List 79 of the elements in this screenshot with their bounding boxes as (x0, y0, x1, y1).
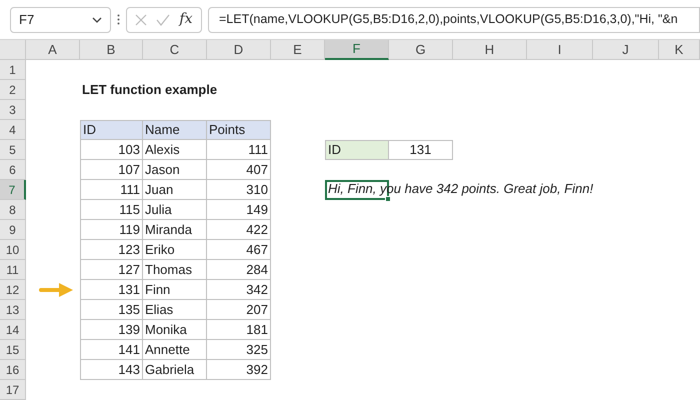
row-header[interactable]: 13 (0, 300, 26, 320)
table-cell: 115 (80, 200, 143, 220)
table-cell: 107 (80, 160, 143, 180)
column-header[interactable]: I (527, 40, 593, 60)
table-cell: 467 (207, 240, 271, 260)
name-box[interactable]: F7 (10, 6, 111, 32)
caret-icon[interactable] (92, 16, 102, 22)
table-cell: 181 (207, 320, 271, 340)
row-header[interactable]: 4 (0, 120, 26, 140)
row-header[interactable]: 8 (0, 200, 26, 220)
row-header[interactable]: 2 (0, 80, 26, 100)
column-header[interactable]: H (453, 40, 527, 60)
table-cell: 141 (80, 340, 143, 360)
row-header[interactable]: 16 (0, 360, 26, 380)
table-cell: Gabriela (143, 360, 207, 380)
formula-bar[interactable]: =LET(name,VLOOKUP(G5,B5:D16,2,0),points,VLOOKUP(G5,B5:D16,3,0),"Hi, "&n (208, 6, 700, 32)
header-cell: Name (143, 120, 207, 140)
row-header[interactable]: 7 (0, 180, 26, 200)
column-header[interactable]: G (389, 40, 453, 60)
column-header[interactable]: K (659, 40, 700, 60)
cancel-icon[interactable] (135, 14, 148, 26)
table-cell: 123 (80, 240, 143, 260)
more-options-icon[interactable] (117, 14, 120, 25)
row-header[interactable]: 1 (0, 60, 26, 80)
column-header[interactable]: A (26, 40, 80, 60)
label-cell: ID (325, 140, 389, 160)
input-cell[interactable]: 131 (389, 140, 453, 160)
insert-function-button[interactable]: fx (179, 9, 192, 30)
header-cell: ID (80, 120, 143, 140)
column-header[interactable]: E (271, 40, 325, 60)
row-header[interactable]: 12 (0, 280, 26, 300)
column-header[interactable]: D (207, 40, 271, 60)
table-cell: 143 (80, 360, 143, 380)
table-cell: 131 (80, 280, 143, 300)
table-cell: 342 (207, 280, 271, 300)
table-cell: 422 (207, 220, 271, 240)
row-header[interactable]: 6 (0, 160, 26, 180)
row-header[interactable]: 11 (0, 260, 26, 280)
table-cell: 207 (207, 300, 271, 320)
row-header[interactable]: 10 (0, 240, 26, 260)
row-header[interactable]: 9 (0, 220, 26, 240)
sheet-title: LET function example (81, 81, 218, 100)
table-cell: Annette (143, 340, 207, 360)
table-cell: Julia (143, 200, 207, 220)
table-cell: 119 (80, 220, 143, 240)
table-cell: Finn (143, 280, 207, 300)
table-cell: Juan (143, 180, 207, 200)
table-cell: 111 (207, 140, 271, 160)
row-header[interactable]: 15 (0, 340, 26, 360)
table-cell: 103 (80, 140, 143, 160)
column-header[interactable]: F (325, 40, 389, 60)
select-all-corner[interactable] (0, 40, 26, 60)
table-cell: 149 (207, 200, 271, 220)
table-cell: Elias (143, 300, 207, 320)
table-cell: 392 (207, 360, 271, 380)
row-header[interactable]: 17 (0, 380, 26, 400)
column-header[interactable]: C (143, 40, 207, 60)
row-header[interactable]: 5 (0, 140, 26, 160)
check-icon[interactable] (156, 14, 170, 26)
table-cell: 407 (207, 160, 271, 180)
table-cell: 310 (207, 180, 271, 200)
table-cell: Monika (143, 320, 207, 340)
table-cell: Miranda (143, 220, 207, 240)
table-cell: 325 (207, 340, 271, 360)
table-cell: 139 (80, 320, 143, 340)
header-cell: Points (207, 120, 271, 140)
table-cell: 127 (80, 260, 143, 280)
cell-reference: F7 (19, 10, 34, 29)
table-cell: 111 (80, 180, 143, 200)
table-cell: Thomas (143, 260, 207, 280)
table-cell: 284 (207, 260, 271, 280)
column-header[interactable]: J (593, 40, 659, 60)
row-header[interactable]: 3 (0, 100, 26, 120)
table-cell: 135 (80, 300, 143, 320)
table-cell: Jason (143, 160, 207, 180)
column-header[interactable]: B (80, 40, 143, 60)
table-cell: Alexis (143, 140, 207, 160)
row-header[interactable]: 14 (0, 320, 26, 340)
table-cell: Eriko (143, 240, 207, 260)
